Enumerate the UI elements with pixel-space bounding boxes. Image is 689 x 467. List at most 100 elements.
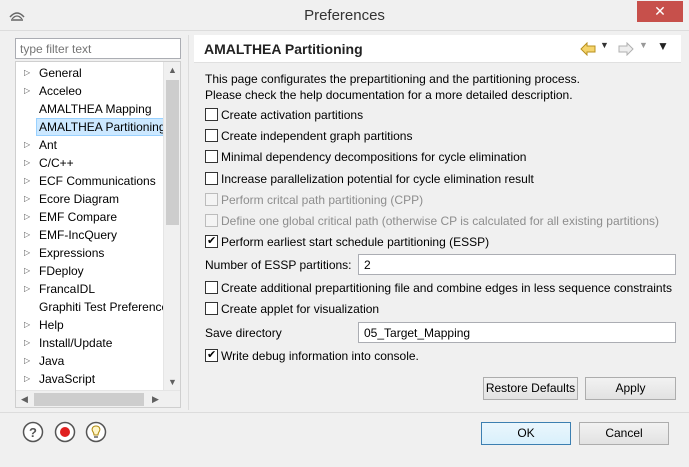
scroll-left-icon[interactable]: ◀ — [16, 391, 33, 407]
option-checkbox-label: Create independent graph partitions — [221, 129, 413, 144]
forward-arrow-icon — [618, 42, 634, 56]
option-checkbox[interactable] — [205, 233, 218, 249]
tree-item-label: Acceleo — [39, 84, 82, 98]
tree-item-label: Install/Update — [39, 336, 113, 350]
option-checkbox[interactable] — [205, 108, 218, 121]
option-checkbox — [205, 192, 218, 206]
ok-button[interactable]: OK — [481, 422, 571, 445]
tree-item-label: Expressions — [39, 246, 105, 260]
filter-input[interactable] — [15, 38, 181, 59]
tree-item[interactable]: ▷ FrancaIDL — [16, 280, 164, 298]
scroll-thumb[interactable] — [166, 80, 179, 225]
page-header: AMALTHEA Partitioning ▼ ▼ ▼ — [194, 35, 681, 63]
expand-arrow-icon[interactable]: ▷ — [24, 370, 30, 388]
tree-item[interactable]: ▷ Install/Update — [16, 334, 164, 352]
scroll-right-icon[interactable]: ▶ — [147, 391, 164, 407]
tree-item[interactable]: ▷ Help — [16, 316, 164, 334]
option-checkbox-label: Create activation partitions — [221, 108, 364, 122]
option-checkbox-label: Create additional prepartitioning file a… — [221, 281, 672, 295]
apply-button[interactable]: Apply — [585, 377, 676, 400]
option-checkbox-label: Minimal dependency decompositions for cy… — [221, 150, 527, 165]
tree-item-label: EMF-IncQuery — [39, 228, 118, 242]
expand-arrow-icon[interactable]: ▷ — [24, 208, 30, 226]
tree-item-label: FDeploy — [39, 264, 84, 278]
expand-arrow-icon[interactable]: ▷ — [24, 82, 30, 100]
tree-item[interactable]: AMALTHEA Mapping — [16, 100, 164, 118]
hscroll-thumb[interactable] — [34, 393, 144, 406]
option-checkbox-label: Define one global critical path (otherwi… — [221, 214, 659, 228]
tree-item[interactable]: ▷ General — [16, 64, 164, 82]
essp-partitions-label: Number of ESSP partitions: — [205, 258, 352, 272]
tree-item[interactable]: ▷ EMF-IncQuery — [16, 226, 164, 244]
tree-item[interactable]: ▷ Ant — [16, 136, 164, 154]
expand-arrow-icon[interactable]: ▷ — [24, 190, 30, 208]
restore-defaults-button[interactable]: Restore Defaults — [483, 377, 578, 400]
debug-checkbox[interactable] — [205, 347, 218, 363]
option-checkbox[interactable] — [205, 129, 218, 143]
option-checkbox[interactable] — [205, 281, 218, 294]
close-button[interactable]: ✕ — [637, 1, 683, 22]
tree-item-label: EMF Compare — [39, 210, 118, 224]
tree-item[interactable]: ▷ Java — [16, 352, 164, 370]
help-icon[interactable]: ? — [22, 421, 44, 443]
scroll-down-icon[interactable]: ▼ — [164, 374, 180, 391]
tree-item[interactable]: ▷ FDeploy — [16, 262, 164, 280]
cancel-button[interactable]: Cancel — [579, 422, 669, 445]
tree-item-label: Help — [39, 318, 64, 332]
save-directory-input[interactable] — [358, 322, 676, 343]
tree-item-label: FrancaIDL — [39, 282, 96, 296]
expand-arrow-icon[interactable]: ▷ — [24, 244, 30, 262]
tree-item[interactable]: Graphiti Test Preference — [16, 298, 168, 316]
essp-partitions-input[interactable] — [358, 254, 676, 275]
tree-item[interactable]: ▷ C/C++ — [16, 154, 164, 172]
svg-text:?: ? — [29, 425, 37, 440]
page-description-line1: This page configurates the prepartitioni… — [205, 72, 580, 86]
debug-checkbox-label: Write debug information into console. — [221, 349, 419, 363]
save-directory-label: Save directory — [205, 326, 282, 340]
tree-item[interactable]: ▷ Expressions — [16, 244, 164, 262]
forward-dropdown-icon: ▼ — [639, 40, 648, 50]
back-dropdown-icon[interactable]: ▼ — [600, 40, 609, 50]
record-icon[interactable] — [54, 421, 76, 443]
preference-tree[interactable]: ▷ JavaScript ▷ Java ▷ Install/Update ▷ Help Grap… — [15, 61, 181, 408]
expand-arrow-icon[interactable]: ▷ — [24, 316, 30, 334]
tree-vertical-scrollbar[interactable]: ▲ ▼ — [163, 62, 180, 391]
tree-item-label: Ant — [39, 138, 58, 152]
footer-separator — [0, 412, 689, 413]
expand-arrow-icon[interactable]: ▷ — [24, 280, 30, 298]
expand-arrow-icon[interactable]: ▷ — [24, 262, 30, 280]
window-title: Preferences — [304, 7, 385, 24]
tree-item[interactable]: ▷ Ecore Diagram — [16, 190, 164, 208]
view-menu-icon[interactable]: ▼ — [657, 39, 669, 53]
option-checkbox[interactable] — [205, 171, 218, 185]
back-arrow-icon[interactable] — [580, 42, 596, 56]
tree-item-label: C/C++ — [39, 156, 74, 170]
expand-arrow-icon[interactable]: ▷ — [24, 334, 30, 352]
tree-item-label: JavaScript — [39, 372, 96, 386]
tree-item[interactable]: ▷ JavaScript — [16, 370, 164, 388]
lightbulb-icon[interactable] — [85, 421, 107, 443]
tree-item[interactable]: AMALTHEA Partitioning — [16, 118, 169, 136]
expand-arrow-icon[interactable]: ▷ — [24, 226, 30, 244]
tree-item[interactable]: ▷ ECF Communications — [16, 172, 164, 190]
splitter-sash[interactable] — [188, 35, 192, 410]
expand-arrow-icon[interactable]: ▷ — [24, 352, 30, 370]
tree-item[interactable]: ▷ EMF Compare — [16, 208, 164, 226]
tree-item-label: Graphiti Test Preference — [39, 300, 169, 314]
option-checkbox[interactable] — [205, 150, 218, 164]
tree-horizontal-scrollbar[interactable]: ◀ ▶ — [16, 390, 180, 407]
expand-arrow-icon[interactable]: ▷ — [24, 172, 30, 190]
option-checkbox-label: Perform critcal path partitioning (CPP) — [221, 192, 424, 207]
option-checkbox — [205, 214, 218, 227]
tree-item-label: General — [39, 66, 82, 80]
tree-item-label: ECF Communications — [39, 174, 156, 188]
expand-arrow-icon[interactable]: ▷ — [24, 154, 30, 172]
option-checkbox-label: Perform earliest start schedule partitio… — [221, 235, 490, 250]
page-title: AMALTHEA Partitioning — [204, 41, 363, 57]
option-checkbox[interactable] — [205, 302, 218, 315]
tree-item[interactable]: ▷ Acceleo — [16, 82, 164, 100]
tree-item-label: Java — [39, 354, 65, 368]
scroll-up-icon[interactable]: ▲ — [164, 62, 180, 79]
expand-arrow-icon[interactable]: ▷ — [24, 64, 30, 82]
expand-arrow-icon[interactable]: ▷ — [24, 136, 30, 154]
